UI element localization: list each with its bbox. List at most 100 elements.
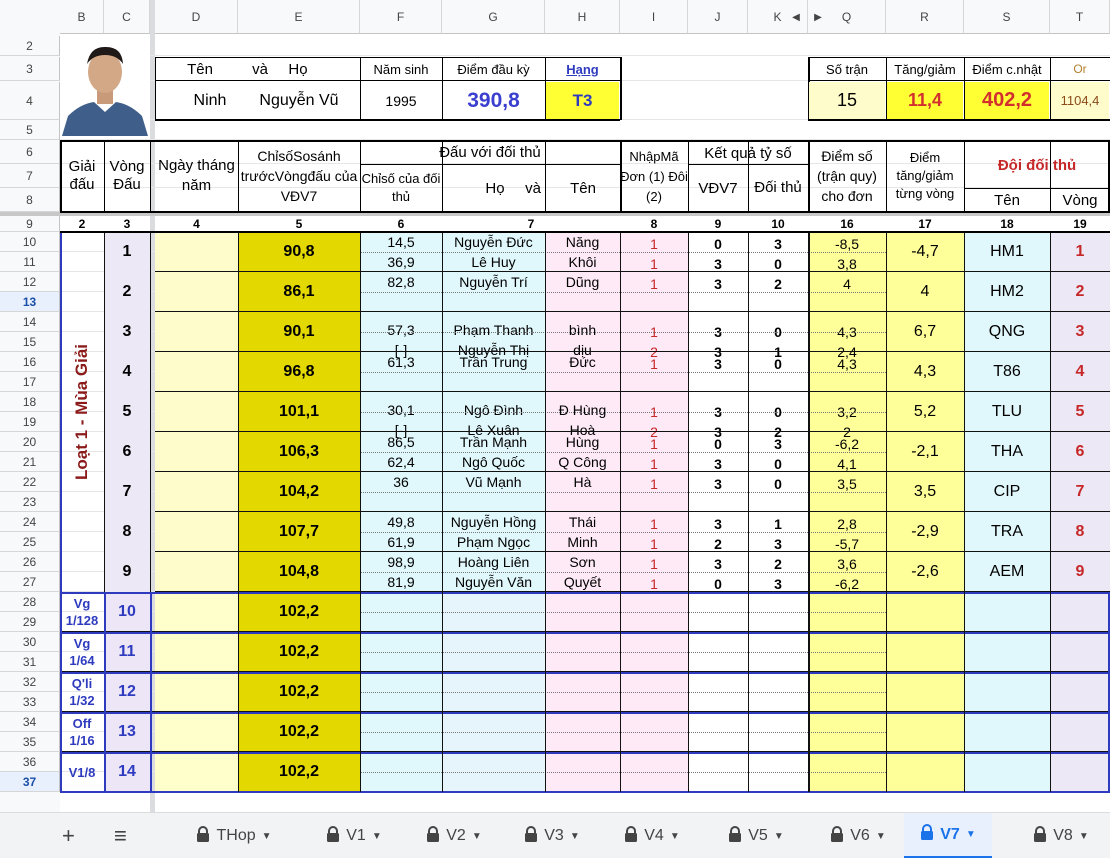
- team-round: 9: [1075, 563, 1085, 580]
- row-header-12[interactable]: 12: [0, 272, 60, 292]
- chevron-down-icon[interactable]: ▼: [966, 829, 976, 840]
- column-header-B[interactable]: B: [60, 0, 104, 34]
- opponent-index: 81,9: [387, 574, 415, 590]
- chevron-down-icon[interactable]: ▼: [670, 831, 680, 842]
- row-header-8[interactable]: 8: [0, 188, 60, 212]
- playoff-stage: Q'li 1/32: [69, 676, 95, 708]
- column-header-T[interactable]: T: [1050, 0, 1110, 34]
- chevron-down-icon[interactable]: ▼: [570, 831, 580, 842]
- opponent-lastname: Nguyễn Văn: [454, 574, 533, 590]
- border-line: [620, 232, 621, 792]
- last-name: Nguyễn Vũ: [259, 91, 339, 109]
- row-header-20[interactable]: 20: [0, 432, 60, 452]
- sheet-tab-v3[interactable]: V3 ▼: [508, 813, 596, 858]
- row-header-6[interactable]: 6: [0, 140, 60, 164]
- row-header-31[interactable]: 31: [0, 652, 60, 672]
- row-header-16[interactable]: 16: [0, 352, 60, 372]
- column-number: 4: [193, 217, 200, 231]
- row-header-26[interactable]: 26: [0, 552, 60, 572]
- spreadsheet-grid[interactable]: B C D E F G H I J K Q R S T ◀ ▶ 2 3 4 5 6 7 8 9 10 11 12 13 14 15 16 17…: [0, 0, 1110, 812]
- row-header-9[interactable]: 9: [0, 216, 60, 232]
- sheet-tab-v6[interactable]: V6 ▼: [814, 813, 902, 858]
- team-name: HM2: [990, 283, 1024, 300]
- sheet-tab-v7[interactable]: V7 ▼: [904, 813, 992, 858]
- row-header-15[interactable]: 15: [0, 332, 60, 352]
- chevron-down-icon[interactable]: ▼: [1079, 831, 1089, 842]
- chevron-down-icon[interactable]: ▼: [774, 831, 784, 842]
- row-header-22[interactable]: 22: [0, 472, 60, 492]
- column-header-R[interactable]: R: [886, 0, 964, 34]
- column-header-F[interactable]: F: [360, 0, 442, 34]
- column-header-S[interactable]: S: [964, 0, 1050, 34]
- chevron-down-icon[interactable]: ▼: [372, 831, 382, 842]
- row-header-32[interactable]: 32: [0, 672, 60, 692]
- team-round: 1: [1075, 243, 1085, 260]
- expand-right-icon[interactable]: ▶: [812, 8, 824, 26]
- row-header-27[interactable]: 27: [0, 572, 60, 592]
- column-header-H[interactable]: H: [545, 0, 620, 34]
- row-header-37[interactable]: 37: [0, 772, 60, 792]
- column-header-J[interactable]: J: [688, 0, 748, 34]
- all-sheets-button[interactable]: ≡: [114, 813, 127, 858]
- opponent-lastname: Ngô Quốc: [461, 454, 526, 470]
- score-column: [808, 232, 886, 792]
- column-header-C[interactable]: C: [104, 0, 150, 34]
- sheet-tab-label: V5: [748, 827, 768, 844]
- matches-label: Số trận: [826, 61, 868, 77]
- round-delta: -2,9: [911, 523, 939, 540]
- sheet-tab-v5[interactable]: V5 ▼: [712, 813, 800, 858]
- entry-code: 1: [650, 516, 658, 532]
- row-header-21[interactable]: 21: [0, 452, 60, 472]
- dotted-separator: [620, 732, 808, 733]
- sheet-tab-v2[interactable]: V2 ▼: [410, 813, 498, 858]
- sheet-tab-v1[interactable]: V1 ▼: [310, 813, 398, 858]
- row-header-7[interactable]: 7: [0, 164, 60, 188]
- row-header-10[interactable]: 10: [0, 232, 60, 252]
- collapse-left-icon[interactable]: ◀: [790, 8, 802, 26]
- chevron-down-icon[interactable]: ▼: [876, 831, 886, 842]
- sheet-tab-v4[interactable]: V4 ▼: [608, 813, 696, 858]
- row-header-18[interactable]: 18: [0, 392, 60, 412]
- row-header-33[interactable]: 33: [0, 692, 60, 712]
- row-header-36[interactable]: 36: [0, 752, 60, 772]
- sheet-tab-thop[interactable]: THop ▼: [180, 813, 288, 858]
- opponent-lastname: Nguyễn Trí: [459, 274, 528, 290]
- row-header-14[interactable]: 14: [0, 312, 60, 332]
- row-header-35[interactable]: 35: [0, 732, 60, 752]
- column-header-G[interactable]: G: [442, 0, 545, 34]
- row-header-24[interactable]: 24: [0, 512, 60, 532]
- row-header-11[interactable]: 11: [0, 252, 60, 272]
- row-header-17[interactable]: 17: [0, 372, 60, 392]
- score-opponent: 2: [774, 276, 782, 292]
- border-line: [688, 164, 808, 165]
- border-line: [104, 592, 106, 792]
- row-header-4[interactable]: 4: [0, 82, 60, 120]
- lock-icon: [728, 825, 742, 847]
- row-header-13[interactable]: 13: [0, 292, 60, 312]
- row-header-2[interactable]: 2: [0, 36, 60, 56]
- row-header-29[interactable]: 29: [0, 612, 60, 632]
- column-header-E[interactable]: E: [238, 0, 360, 34]
- sheet-tab-v8[interactable]: V8 ▼: [1016, 813, 1106, 858]
- add-sheet-button[interactable]: +: [62, 813, 75, 858]
- chevron-down-icon[interactable]: ▼: [262, 831, 272, 842]
- opponent-index: 36: [393, 474, 409, 490]
- team-round: 6: [1075, 443, 1085, 460]
- score-player7: 0: [714, 236, 722, 252]
- row-header-34[interactable]: 34: [0, 712, 60, 732]
- row-header-30[interactable]: 30: [0, 632, 60, 652]
- dotted-separator: [808, 652, 886, 653]
- date-column: [155, 232, 238, 592]
- column-header-D[interactable]: D: [155, 0, 238, 34]
- score-player7: 3: [714, 516, 722, 532]
- row-header-25[interactable]: 25: [0, 532, 60, 552]
- row-header-3[interactable]: 3: [0, 57, 60, 81]
- chevron-down-icon[interactable]: ▼: [472, 831, 482, 842]
- opponent-lastname: Lê Huy: [471, 254, 516, 270]
- row-header-19[interactable]: 19: [0, 412, 60, 432]
- row-header-28[interactable]: 28: [0, 592, 60, 612]
- row-header-5[interactable]: 5: [0, 120, 60, 140]
- lock-icon: [426, 825, 440, 847]
- column-header-I[interactable]: I: [620, 0, 688, 34]
- row-header-23[interactable]: 23: [0, 492, 60, 512]
